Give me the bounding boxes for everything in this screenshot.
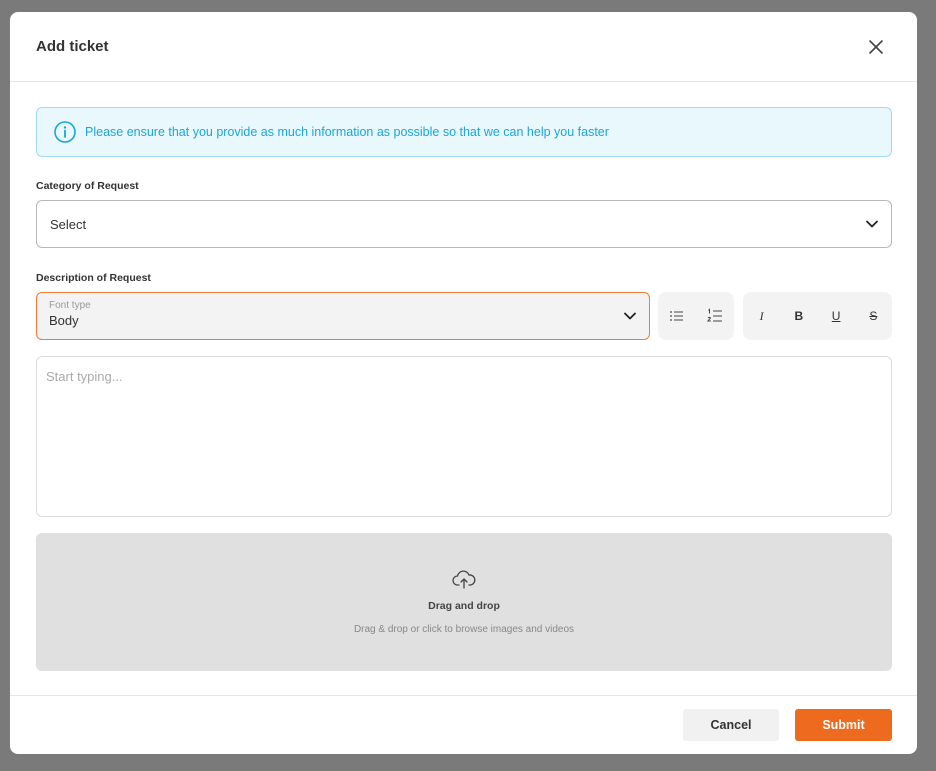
- close-icon: [869, 40, 883, 54]
- file-dropzone[interactable]: Drag and drop Drag & drop or click to br…: [36, 533, 892, 671]
- modal-title: Add ticket: [36, 38, 109, 55]
- info-banner: Please ensure that you provide as much i…: [36, 107, 892, 157]
- list-toolbar: [658, 292, 734, 340]
- category-selected-value: Select: [50, 216, 87, 232]
- info-icon: [53, 120, 77, 144]
- cloud-upload-icon: [452, 570, 476, 589]
- strikethrough-button[interactable]: S: [859, 302, 887, 330]
- category-select[interactable]: Select: [36, 200, 892, 248]
- dropzone-subtitle: Drag & drop or click to browse images an…: [353, 623, 575, 635]
- italic-icon: I: [759, 308, 764, 323]
- bold-icon: B: [794, 309, 804, 323]
- underline-icon: U: [831, 309, 841, 323]
- font-type-value: Body: [49, 313, 79, 328]
- category-label: Category of Request: [36, 180, 139, 192]
- modal-header: Add ticket: [10, 12, 917, 82]
- description-editor: [36, 356, 892, 517]
- chevron-down-icon: [623, 309, 637, 323]
- numbered-list-icon: [707, 308, 722, 322]
- close-button[interactable]: [865, 36, 887, 58]
- font-type-select[interactable]: Font type Body: [36, 292, 650, 340]
- bold-button[interactable]: B: [785, 302, 813, 330]
- bullet-list-icon: [670, 311, 683, 321]
- dropzone-title: Drag and drop: [428, 599, 500, 612]
- numbered-list-button[interactable]: [701, 302, 729, 330]
- submit-button[interactable]: Submit: [795, 709, 892, 741]
- strikethrough-icon: S: [869, 309, 878, 323]
- format-toolbar: I B U S: [743, 292, 892, 340]
- font-type-label: Font type: [49, 300, 91, 311]
- description-label: Description of Request: [36, 272, 151, 284]
- italic-button[interactable]: I: [748, 302, 776, 330]
- add-ticket-modal: Add ticket Please ensure that you provid…: [10, 12, 917, 754]
- chevron-down-icon: [865, 217, 879, 231]
- modal-footer: Cancel Submit: [10, 695, 917, 754]
- cancel-button[interactable]: Cancel: [683, 709, 779, 741]
- description-input[interactable]: [46, 369, 882, 504]
- bullet-list-button[interactable]: [663, 302, 691, 330]
- info-text: Please ensure that you provide as much i…: [85, 125, 609, 139]
- underline-button[interactable]: U: [822, 302, 850, 330]
